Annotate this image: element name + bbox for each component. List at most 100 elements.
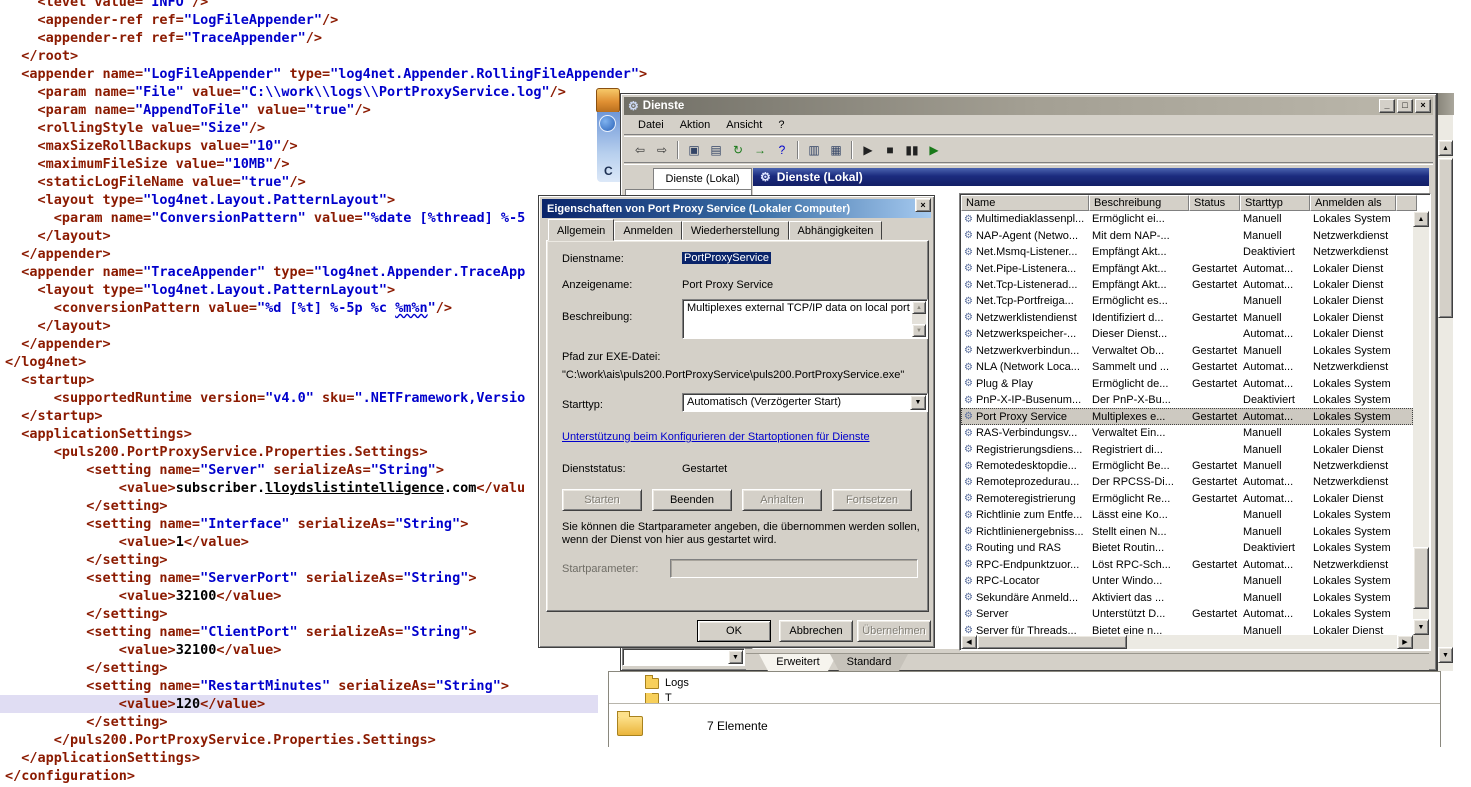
service-row[interactable]: ⚙Net.Tcp-Listenerad...Empfängt Akt...Ges… [961,277,1413,293]
tab-anmelden[interactable]: Anmelden [614,221,682,240]
code-line[interactable]: <supportedRuntime version="v4.0" sku=".N… [0,389,598,407]
code-line[interactable]: </applicationSettings> [0,749,598,767]
tab-abhängigkeiten[interactable]: Abhängigkeiten [789,221,883,240]
code-line[interactable]: <value>32100</value> [0,587,598,605]
code-line[interactable]: </appender> [0,245,598,263]
code-line[interactable]: <param name="AppendToFile" value="true"/… [0,101,598,119]
column-header-anmelden-als[interactable]: Anmelden als [1310,195,1396,211]
code-line[interactable]: <layout type="log4net.Layout.PatternLayo… [0,191,598,209]
code-line[interactable]: <param name="ConversionPattern" value="%… [0,209,598,227]
starten-button[interactable]: Starten [562,489,642,511]
services-hscrollbar[interactable]: ◀ ▶ [961,635,1413,649]
code-line[interactable]: </layout> [0,227,598,245]
code-line[interactable]: </setting> [0,713,598,731]
code-line[interactable]: <value>subscriber.lloydslistintelligence… [0,479,598,497]
scroll-down-icon[interactable]: ▼ [912,324,926,337]
ok-button[interactable]: OK [697,620,771,642]
detail-view-icon[interactable]: ▦ [825,139,847,161]
maximize-button[interactable]: □ [1397,99,1413,113]
service-row[interactable]: ⚙Net.Msmq-Listener...Empfängt Akt...Deak… [961,244,1413,260]
scroll-up-icon[interactable]: ▲ [1438,140,1453,156]
service-row[interactable]: ⚙NAP-Agent (Netwo...Mit dem NAP-...Manue… [961,227,1413,243]
service-row[interactable]: ⚙Netzwerkverbindun...Verwaltet Ob...Gest… [961,343,1413,359]
service-row[interactable]: ⚙RPC-LocatorUnter Windo...ManuellLokales… [961,573,1413,589]
scroll-up-icon[interactable]: ▲ [1413,211,1429,227]
minimize-button[interactable]: _ [1379,99,1395,113]
service-row[interactable]: ⚙Richtlinie zum Entfe...Lässt eine Ko...… [961,507,1413,523]
menu-item[interactable]: Aktion [672,116,719,134]
chevron-down-icon[interactable]: ▼ [910,395,926,410]
code-line[interactable]: <layout type="log4net.Layout.PatternLayo… [0,281,598,299]
tab-wiederherstellung[interactable]: Wiederherstellung [682,221,789,240]
service-row[interactable]: ⚙Remoteprozedurau...Der RPCSS-Di...Gesta… [961,474,1413,490]
service-row[interactable]: ⚙Plug & PlayErmöglicht de...GestartetAut… [961,376,1413,392]
dienstname-value[interactable]: PortProxyService [682,252,771,264]
anhalten-button[interactable]: Anhalten [742,489,822,511]
chevron-down-icon[interactable]: ▼ [728,650,743,664]
scroll-up-icon[interactable]: ▲ [912,301,926,314]
uebernehmen-button[interactable]: Übernehmen [857,620,931,642]
code-line[interactable]: </log4net> [0,353,598,371]
service-row[interactable]: ⚙Net.Tcp-Portfreiga...Ermöglicht es...Ma… [961,293,1413,309]
code-line[interactable]: </setting> [0,497,598,515]
fortsetzen-button[interactable]: Fortsetzen [832,489,912,511]
outer-scrollbar[interactable]: ▲ ▼ [1437,93,1453,671]
menu-item[interactable]: Ansicht [718,116,770,134]
scrollbar-thumb[interactable] [977,635,1127,649]
code-line[interactable]: </puls200.PortProxyService.Properties.Se… [0,731,598,749]
stop-service-icon[interactable]: ■ [879,139,901,161]
code-line[interactable]: <appender-ref ref="TraceAppender"/> [0,29,598,47]
back-icon[interactable]: ⇦ [629,139,651,161]
code-line[interactable]: </configuration> [0,767,598,785]
startparameter-input[interactable] [670,559,918,578]
code-line[interactable]: <setting name="Interface" serializeAs="S… [0,515,598,533]
services-titlebar[interactable]: ⚙ Dienste _□× [624,97,1433,115]
start-service-icon[interactable]: ▶ [857,139,879,161]
service-row[interactable]: ⚙Remotedesktopdie...Ermöglicht Be...Gest… [961,458,1413,474]
code-line[interactable]: <startup> [0,371,598,389]
column-header-status[interactable]: Status [1189,195,1240,211]
service-row[interactable]: ⚙NetzwerklistendienstIdentifiziert d...G… [961,310,1413,326]
code-line[interactable]: </setting> [0,551,598,569]
code-line[interactable]: <maximumFileSize value="10MB"/> [0,155,598,173]
beenden-button[interactable]: Beenden [652,489,732,511]
service-row[interactable]: ⚙Registrierungsdiens...Registriert di...… [961,441,1413,457]
code-line[interactable]: <setting name="ClientPort" serializeAs="… [0,623,598,641]
code-line[interactable]: <puls200.PortProxyService.Properties.Set… [0,443,598,461]
service-row[interactable]: ⚙Richtlinienergebniss...Stellt einen N..… [961,524,1413,540]
menu-item[interactable]: ? [770,116,792,134]
restart-service-icon[interactable]: ▶ [923,139,945,161]
service-row[interactable]: ⚙Netzwerkspeicher-...Dieser Dienst...Aut… [961,326,1413,342]
column-header-name[interactable]: Name [961,195,1089,211]
code-line[interactable]: <conversionPattern value="%d [%t] %-5p %… [0,299,598,317]
code-line[interactable]: <level value="INFO"/> [0,0,598,11]
service-row[interactable]: ⚙Net.Pipe-Listenera...Empfängt Akt...Ges… [961,260,1413,276]
scroll-down-icon[interactable]: ▼ [1413,619,1429,635]
forward-icon[interactable]: ⇨ [651,139,673,161]
service-row[interactable]: ⚙Port Proxy ServiceMultiplexes e...Gesta… [961,408,1413,424]
code-line[interactable]: </setting> [0,659,598,677]
code-line[interactable]: <appender name="LogFileAppender" type="l… [0,65,647,83]
scrollbar-thumb[interactable] [1413,547,1429,609]
service-row[interactable]: ⚙Server für Threads...Bietet eine n...Ma… [961,622,1413,635]
properties-icon[interactable]: ▤ [705,139,727,161]
code-line[interactable]: <staticLogFileName value="true"/> [0,173,598,191]
code-line[interactable]: <setting name="RestartMinutes" serialize… [0,677,598,695]
code-line[interactable]: <setting name="ServerPort" serializeAs="… [0,569,598,587]
help-icon[interactable]: ? [771,139,793,161]
service-row[interactable]: ⚙Sekundäre Anmeld...Aktiviert das ...Man… [961,589,1413,605]
console-tree-tab[interactable]: Dienste (Lokal) [653,168,752,189]
refresh-icon[interactable]: ↻ [727,139,749,161]
code-line[interactable]: </appender> [0,335,598,353]
service-row[interactable]: ⚙NLA (Network Loca...Sammelt und ...Gest… [961,359,1413,375]
code-line[interactable]: <value>120</value> [0,695,598,713]
dialog-titlebar[interactable]: Eigenschaften von Port Proxy Service (Lo… [542,199,931,218]
tab-allgemein[interactable]: Allgemein [548,219,614,241]
code-line[interactable]: <setting name="Server" serializeAs="Stri… [0,461,598,479]
service-row[interactable]: ⚙Routing und RASBietet Routin...Deaktivi… [961,540,1413,556]
scroll-left-icon[interactable]: ◀ [961,635,977,649]
folder-item[interactable]: T [645,693,672,703]
code-line[interactable]: <param name="File" value="C:\\work\\logs… [0,83,598,101]
service-row[interactable]: ⚙RAS-Verbindungsv...Verwaltet Ein...Manu… [961,425,1413,441]
menu-item[interactable]: Datei [630,116,672,134]
